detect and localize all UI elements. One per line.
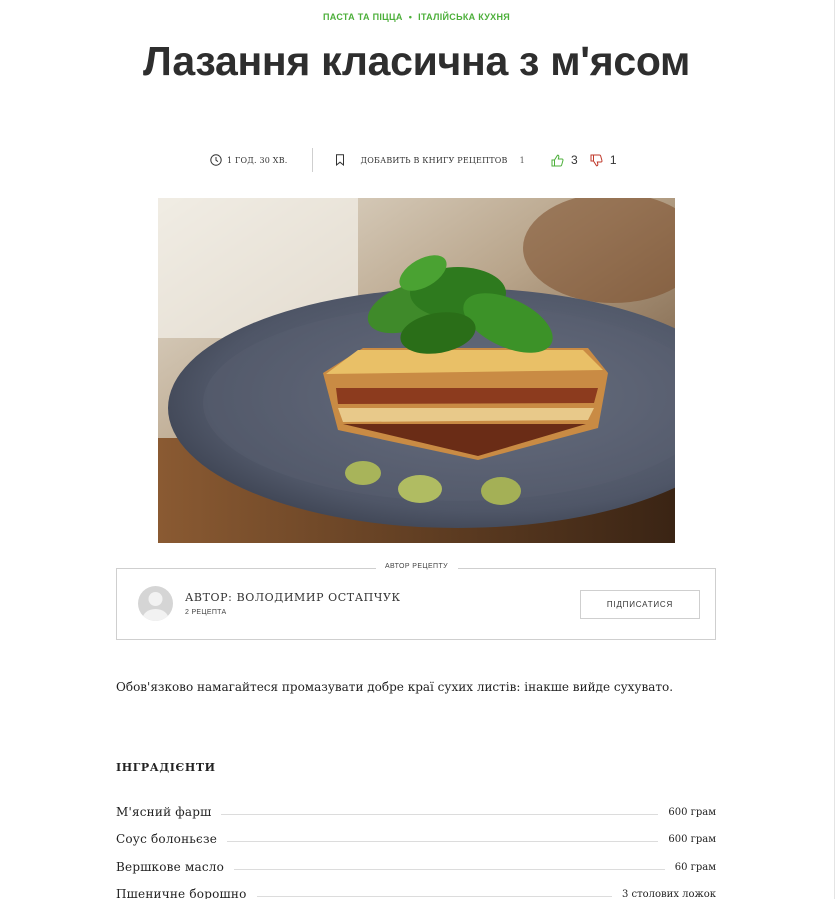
- thumbs-down-icon: [590, 154, 603, 166]
- add-to-recipe-book-link[interactable]: ДОБАВИТЬ В КНИГУ РЕЦЕПТОВ: [361, 156, 508, 165]
- bookmark-icon[interactable]: [335, 154, 345, 166]
- author-name[interactable]: АВТОР: ВОЛОДИМИР ОСТАПЧУК: [185, 591, 401, 604]
- subscribe-button[interactable]: ПІДПИСАТИСЯ: [580, 590, 700, 619]
- cook-time: 1 ГОД. 30 ХВ.: [227, 155, 288, 165]
- recipe-description: Обов'язково намагайтеся промазувати добр…: [116, 680, 674, 694]
- author-section-label: АВТОР РЕЦЕПТУ: [384, 563, 449, 570]
- ingredient-name: Пшеничне борошно: [116, 887, 247, 899]
- list-item: Вершкове масло 60 грам: [116, 852, 716, 880]
- category-link-pasta[interactable]: ПАСТА ТА ПІЦЦА: [323, 12, 403, 22]
- ingredient-leader-line: [227, 841, 659, 843]
- ingredient-name: Вершкове масло: [116, 859, 225, 874]
- list-item: Пшеничне борошно 3 столових ложок: [116, 880, 716, 899]
- ingredient-quantity: 600 грам: [668, 834, 716, 846]
- recipe-meta-bar: 1 ГОД. 30 ХВ. ДОБАВИТЬ В КНИГУ РЕЦЕПТОВ …: [210, 148, 617, 172]
- page-right-border: [834, 0, 835, 899]
- ingredient-leader-line: [234, 868, 665, 870]
- category-separator: •: [408, 12, 413, 22]
- ingredient-leader-line: [256, 896, 612, 898]
- dislike-count: 1: [609, 153, 617, 167]
- page-title: Лазання класична з м'ясом: [142, 38, 691, 84]
- ingredient-quantity: 600 грам: [668, 806, 716, 818]
- thumbs-up-icon: [551, 154, 564, 166]
- category-link-italian[interactable]: ІТАЛІЙСЬКА КУХНЯ: [418, 12, 510, 22]
- dislike-button[interactable]: 1: [590, 153, 617, 167]
- author-card: АВТОР: ВОЛОДИМИР ОСТАПЧУК 2 РЕЦЕПТА ПІДП…: [116, 568, 716, 640]
- ingredient-leader-line: [221, 813, 659, 815]
- list-item: М'ясний фарш 600 грам: [116, 797, 716, 825]
- ingredient-name: М'ясний фарш: [116, 804, 212, 819]
- ingredients-heading: ІНГРАДІЄНТИ: [116, 761, 216, 774]
- ingredients-list: М'ясний фарш 600 грам Соус болоньєзе 600…: [116, 797, 716, 899]
- author-recipes-count: 2 РЕЦЕПТА: [185, 609, 227, 616]
- breadcrumb: ПАСТА ТА ПІЦЦА • ІТАЛІЙСЬКА КУХНЯ: [0, 12, 833, 22]
- ingredient-name: Соус болоньєзе: [116, 832, 217, 847]
- meta-divider: [311, 148, 313, 172]
- clock-icon: [210, 154, 222, 166]
- ingredient-quantity: 60 грам: [674, 861, 716, 873]
- ingredient-quantity: 3 столових ложок: [621, 889, 716, 899]
- recipe-photo: [158, 198, 675, 543]
- like-count: 3: [570, 153, 578, 167]
- avatar[interactable]: [138, 586, 173, 621]
- bookmark-count: 1: [519, 155, 525, 165]
- list-item: Соус болоньєзе 600 грам: [116, 825, 716, 853]
- like-button[interactable]: 3: [551, 153, 578, 167]
